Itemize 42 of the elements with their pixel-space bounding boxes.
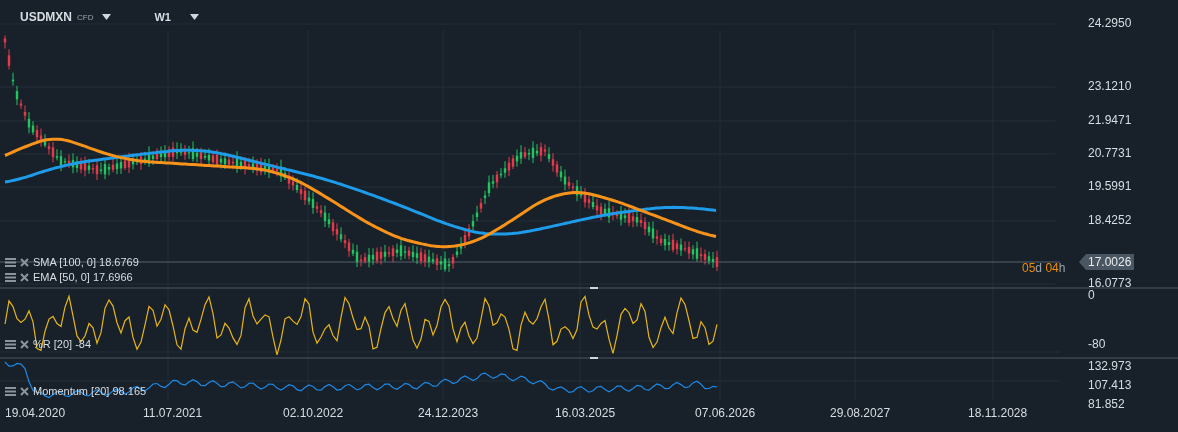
instrument-type: CFD [77, 12, 94, 22]
list-icon[interactable] [5, 257, 16, 267]
panel-resize-handle[interactable] [590, 287, 598, 289]
indicator-axis-label: 107.413 [1088, 378, 1132, 392]
countdown-text: 04 [1045, 261, 1059, 275]
date-axis-label: 18.11.2028 [968, 406, 1028, 420]
panel-resize-handle[interactable] [590, 357, 598, 359]
close-icon[interactable] [20, 339, 29, 349]
price-axis-label: 24.2950 [1088, 16, 1132, 30]
price-axis-label: 18.4252 [1088, 213, 1132, 227]
date-axis-label: 19.04.2020 [5, 406, 66, 420]
caret-icon[interactable] [102, 14, 112, 20]
price-axis-label: 20.7731 [1088, 146, 1132, 160]
countdown-text: h [1058, 261, 1066, 275]
date-axis-label: 16.03.2025 [555, 406, 616, 420]
price-axis-label: 23.1210 [1088, 79, 1132, 93]
indicator-axis-label: 81.852 [1088, 397, 1125, 411]
indicator-axis-label: 132.973 [1088, 359, 1132, 373]
list-icon[interactable] [5, 272, 16, 282]
price-axis-label: 21.9471 [1088, 113, 1132, 127]
symbol-name: USDMXN [20, 10, 72, 24]
close-icon[interactable] [20, 257, 29, 267]
indicator-axis-label: 0 [1088, 288, 1095, 302]
countdown-text: 05 [1022, 261, 1036, 275]
caret-icon[interactable] [189, 14, 199, 20]
indicator-axis-label: -80 [1088, 337, 1106, 351]
price-axis-label: 19.5991 [1088, 179, 1132, 193]
date-axis-label: 24.12.2023 [418, 406, 479, 420]
timeframe[interactable]: W1 [154, 11, 171, 23]
price-axis-label: 16.0773 [1088, 276, 1132, 290]
last-price-tag: 17.0026 [1079, 254, 1135, 270]
close-icon[interactable] [20, 272, 29, 282]
countdown-text: d [1035, 261, 1044, 275]
list-icon[interactable] [5, 339, 16, 349]
indicator-label: EMA [50, 0] 17.6966 [33, 271, 133, 283]
date-axis-label: 07.06.2026 [695, 406, 756, 420]
date-axis-label: 11.07.2021 [143, 406, 203, 420]
close-icon[interactable] [20, 386, 29, 396]
date-axis-label: 02.10.2022 [283, 406, 344, 420]
list-icon[interactable] [5, 386, 16, 396]
date-axis-label: 29.08.2027 [830, 406, 891, 420]
indicator-label: SMA [100, 0] 18.6769 [33, 256, 139, 268]
